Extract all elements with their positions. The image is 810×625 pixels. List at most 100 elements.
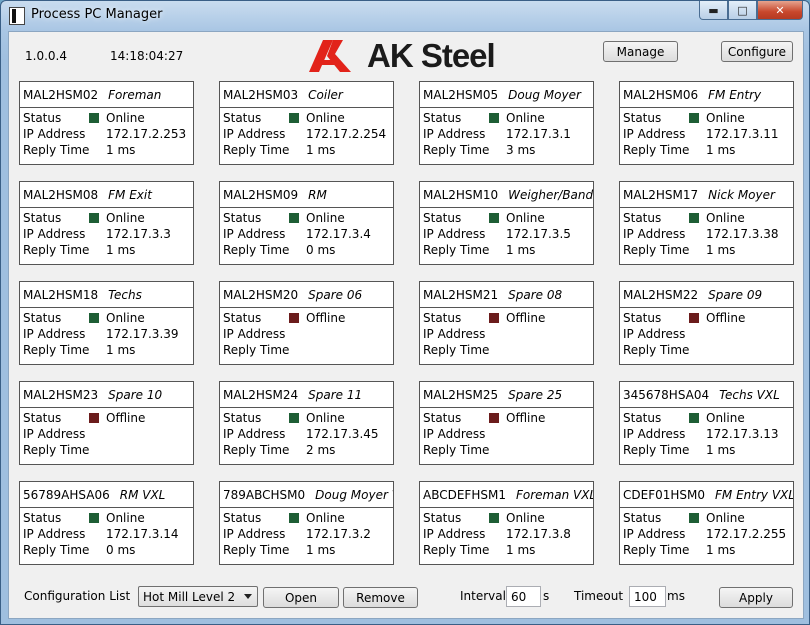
pc-card[interactable]: MAL2HSM25 Spare 25 Status Offline IP Address… [419, 381, 594, 465]
pc-card[interactable]: MAL2HSM08 FM Exit Status Online IP Address 17… [19, 181, 194, 265]
open-button[interactable]: Open [263, 587, 339, 608]
timeout-input[interactable]: 100 [629, 586, 666, 607]
card-hostname: MAL2HSM02 [23, 87, 99, 102]
reply-value: 1 ms [106, 243, 136, 257]
card-header: 789ABCHSM0 Doug Moyer VXL [220, 482, 393, 508]
pc-card[interactable]: MAL2HSM03 Coiler Status Online IP Address 172… [219, 81, 394, 165]
status-label: Status [423, 411, 462, 425]
configure-button[interactable]: Configure [721, 41, 793, 62]
card-role: FM Exit [108, 187, 152, 202]
pc-card[interactable]: MAL2HSM23 Spare 10 Status Offline IP Address… [19, 381, 194, 465]
apply-button[interactable]: Apply [719, 587, 793, 608]
ip-value: 172.17.3.1 [506, 127, 571, 141]
pc-card[interactable]: MAL2HSM18 Techs Status Online IP Address 172.… [19, 281, 194, 365]
status-value: Online [706, 111, 745, 125]
card-hostname: MAL2HSM23 [23, 387, 99, 402]
pc-card[interactable]: MAL2HSM10 Weigher/Bander Status Online IP Ad… [419, 181, 594, 265]
card-hostname: MAL2HSM22 [623, 287, 699, 302]
card-hostname: MAL2HSM18 [23, 287, 99, 302]
card-role: RM VXL [119, 487, 166, 502]
card-role: Spare 11 [308, 387, 363, 402]
interval-input[interactable]: 60 [506, 586, 541, 607]
pc-card[interactable]: MAL2HSM24 Spare 11 Status Online IP Address 1… [219, 381, 394, 465]
close-button[interactable]: ✕ [757, 1, 803, 20]
config-list-select[interactable]: Hot Mill Level 2 [138, 586, 258, 607]
pc-card[interactable]: MAL2HSM21 Spare 08 Status Offline IP Address… [419, 281, 594, 365]
card-header: MAL2HSM02 Foreman [20, 82, 193, 108]
status-indicator-icon [489, 313, 499, 323]
pc-card[interactable]: MAL2HSM17 Nick Moyer Status Online IP Addres… [619, 181, 794, 265]
pc-card[interactable]: MAL2HSM02 Foreman Status Online IP Address 17… [19, 81, 194, 165]
reply-label: Reply Time [23, 143, 90, 157]
minimize-button[interactable]: ▬ [699, 1, 728, 20]
ip-label: IP Address [23, 227, 86, 241]
reply-value: 1 ms [106, 143, 136, 157]
reply-label: Reply Time [623, 443, 690, 457]
ip-label: IP Address [223, 527, 286, 541]
pc-card[interactable]: MAL2HSM09 RM Status Online IP Address 172.17.… [219, 181, 394, 265]
card-hostname: MAL2HSM21 [423, 287, 499, 302]
version-label: 1.0.0.4 [25, 49, 67, 63]
card-role: FM Entry VXL [715, 487, 793, 502]
card-header: MAL2HSM21 Spare 08 [420, 282, 593, 308]
card-hostname: MAL2HSM17 [623, 187, 699, 202]
status-indicator-icon [689, 113, 699, 123]
status-value: Online [306, 111, 345, 125]
status-indicator-icon [489, 413, 499, 423]
maximize-button[interactable]: □ [728, 1, 757, 20]
pc-card[interactable]: MAL2HSM22 Spare 09 Status Offline IP Address… [619, 281, 794, 365]
status-indicator-icon [89, 513, 99, 523]
status-indicator-icon [689, 213, 699, 223]
pc-card[interactable]: 789ABCHSM0 Doug Moyer VXL Status Online IP A… [219, 481, 394, 565]
ip-value: 172.17.3.14 [106, 527, 179, 541]
ip-label: IP Address [223, 227, 286, 241]
pc-card[interactable]: MAL2HSM05 Doug Moyer Status Online IP Addres… [419, 81, 594, 165]
window-title: Process PC Manager [31, 7, 163, 22]
reply-label: Reply Time [423, 343, 490, 357]
card-header: MAL2HSM03 Coiler [220, 82, 393, 108]
reply-value: 1 ms [306, 143, 336, 157]
pc-card[interactable]: 345678HSA04 Techs VXL Status Online IP Addre… [619, 381, 794, 465]
title-bar[interactable]: Process PC Manager ▬ □ ✕ [1, 1, 809, 29]
status-label: Status [623, 211, 662, 225]
status-label: Status [23, 311, 62, 325]
card-role: Spare 08 [508, 287, 563, 302]
chevron-down-icon [244, 594, 252, 599]
card-role: Techs VXL [719, 387, 780, 402]
status-value: Offline [306, 311, 346, 325]
card-header: MAL2HSM08 FM Exit [20, 182, 193, 208]
card-header: MAL2HSM22 Spare 09 [620, 282, 793, 308]
card-role: Spare 25 [508, 387, 563, 402]
manage-button[interactable]: Manage [603, 41, 678, 62]
reply-label: Reply Time [623, 543, 690, 557]
status-label: Status [623, 311, 662, 325]
status-indicator-icon [689, 513, 699, 523]
card-role: Coiler [308, 87, 343, 102]
status-indicator-icon [489, 213, 499, 223]
logo-text: AK Steel [367, 37, 496, 74]
ip-label: IP Address [423, 427, 486, 441]
card-hostname: MAL2HSM20 [223, 287, 299, 302]
status-value: Offline [506, 411, 546, 425]
ip-label: IP Address [423, 527, 486, 541]
ip-value: 172.17.2.255 [706, 527, 787, 541]
card-header: 345678HSA04 Techs VXL [620, 382, 793, 408]
pc-card[interactable]: MAL2HSM06 FM Entry Status Online IP Address 1… [619, 81, 794, 165]
pc-card[interactable]: CDEF01HSM0 FM Entry VXL Status Online IP Add… [619, 481, 794, 565]
reply-value: 1 ms [706, 543, 736, 557]
status-indicator-icon [89, 213, 99, 223]
remove-button[interactable]: Remove [343, 587, 418, 608]
pc-card[interactable]: 56789AHSA06 RM VXL Status Online IP Address 1… [19, 481, 194, 565]
pc-card[interactable]: MAL2HSM20 Spare 06 Status Offline IP Address… [219, 281, 394, 365]
ip-label: IP Address [423, 127, 486, 141]
company-logo: AK Steel [309, 37, 496, 74]
pc-card[interactable]: ABCDEFHSM1 Foreman VXL Status Online IP Addr… [419, 481, 594, 565]
card-header: 56789AHSA06 RM VXL [20, 482, 193, 508]
status-indicator-icon [689, 313, 699, 323]
status-indicator-icon [289, 113, 299, 123]
reply-label: Reply Time [423, 243, 490, 257]
card-header: MAL2HSM05 Doug Moyer [420, 82, 593, 108]
card-role: Doug Moyer [508, 87, 581, 102]
ip-value: 172.17.3.8 [506, 527, 571, 541]
status-label: Status [623, 411, 662, 425]
